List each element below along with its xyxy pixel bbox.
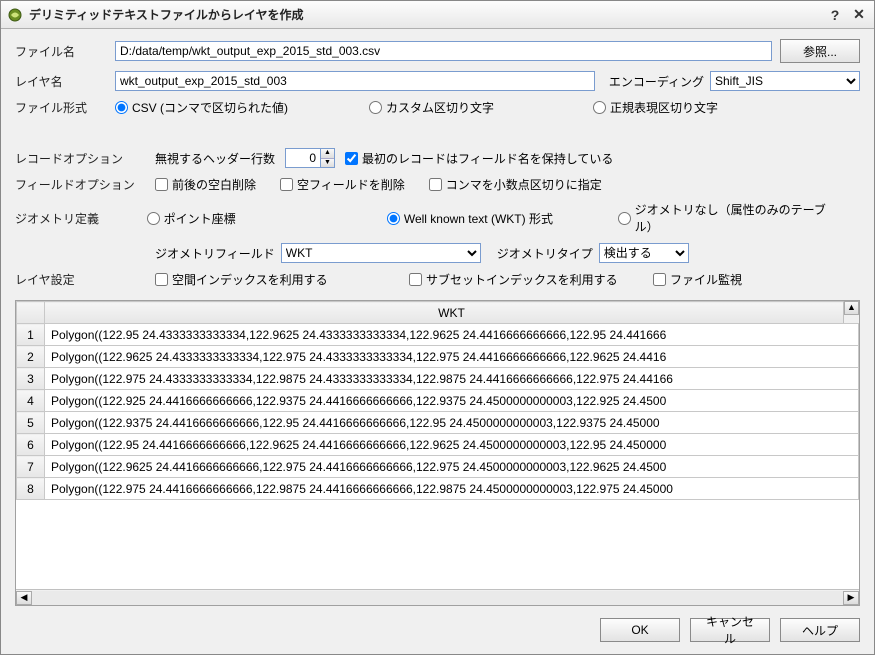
wkt-cell: Polygon((122.975 24.4333333333334,122.98… bbox=[45, 368, 859, 390]
table-corner bbox=[17, 302, 45, 324]
table-row[interactable]: 1Polygon((122.95 24.4333333333334,122.96… bbox=[17, 324, 859, 346]
help-button[interactable]: ヘルプ bbox=[780, 618, 860, 642]
fileformat-regex-label: 正規表現区切り文字 bbox=[610, 99, 718, 116]
layer-settings-label: レイヤ設定 bbox=[15, 271, 155, 288]
geom-point-label: ポイント座標 bbox=[164, 210, 236, 227]
fileformat-custom-label: カスタム区切り文字 bbox=[386, 99, 494, 116]
geom-point-radio[interactable]: ポイント座標 bbox=[147, 210, 363, 227]
scroll-left-icon[interactable]: ◀ bbox=[16, 591, 32, 605]
geom-none-label: ジオメトリなし（属性のみのテーブル） bbox=[635, 201, 836, 235]
spatial-index-check[interactable]: 空間インデックスを利用する bbox=[155, 271, 385, 288]
skip-header-spinner[interactable]: ▲ ▼ bbox=[285, 148, 335, 168]
ok-button[interactable]: OK bbox=[600, 618, 680, 642]
wkt-cell: Polygon((122.925 24.4416666666666,122.93… bbox=[45, 390, 859, 412]
skip-header-label: 無視するヘッダー行数 bbox=[155, 150, 275, 167]
browse-button[interactable]: 参照... bbox=[780, 39, 860, 63]
row-number: 2 bbox=[17, 346, 45, 368]
layername-label: レイヤ名 bbox=[15, 73, 115, 90]
trim-check[interactable]: 前後の空白削除 bbox=[155, 176, 256, 193]
fileformat-label: ファイル形式 bbox=[15, 99, 115, 116]
titlebar: デリミティッドテキストファイルからレイヤを作成 ? ✕ bbox=[1, 1, 874, 29]
watch-file-check[interactable]: ファイル監視 bbox=[653, 271, 742, 288]
wkt-cell: Polygon((122.9625 24.4333333333334,122.9… bbox=[45, 346, 859, 368]
layername-input[interactable] bbox=[115, 71, 595, 91]
wkt-cell: Polygon((122.95 24.4333333333334,122.962… bbox=[45, 324, 859, 346]
table-row[interactable]: 8Polygon((122.975 24.4416666666666,122.9… bbox=[17, 478, 859, 500]
scroll-up-icon[interactable]: ▲ bbox=[844, 301, 859, 315]
geom-wkt-label: Well known text (WKT) 形式 bbox=[404, 210, 553, 227]
geom-type-label: ジオメトリタイプ bbox=[497, 245, 593, 262]
geom-type-select[interactable]: 検出する bbox=[599, 243, 689, 263]
fileformat-custom-radio[interactable]: カスタム区切り文字 bbox=[369, 99, 569, 116]
wkt-cell: Polygon((122.95 24.4416666666666,122.962… bbox=[45, 434, 859, 456]
preview-table: WKT 1Polygon((122.95 24.4333333333334,12… bbox=[15, 300, 860, 606]
table-row[interactable]: 2Polygon((122.9625 24.4333333333334,122.… bbox=[17, 346, 859, 368]
geom-field-label: ジオメトリフィールド bbox=[155, 245, 275, 262]
table-row[interactable]: 7Polygon((122.9625 24.4416666666666,122.… bbox=[17, 456, 859, 478]
discard-empty-label: 空フィールドを削除 bbox=[297, 176, 405, 193]
first-record-names-label: 最初のレコードはフィールド名を保持している bbox=[362, 150, 613, 167]
dialog-content: ファイル名 参照... レイヤ名 エンコーディング Shift_JIS ファイル… bbox=[1, 29, 874, 654]
window-title: デリミティッドテキストファイルからレイヤを作成 bbox=[29, 6, 822, 23]
discard-empty-check[interactable]: 空フィールドを削除 bbox=[280, 176, 405, 193]
table-row[interactable]: 4Polygon((122.925 24.4416666666666,122.9… bbox=[17, 390, 859, 412]
table-row[interactable]: 6Polygon((122.95 24.4416666666666,122.96… bbox=[17, 434, 859, 456]
wkt-cell: Polygon((122.975 24.4416666666666,122.98… bbox=[45, 478, 859, 500]
row-number: 4 bbox=[17, 390, 45, 412]
record-options-label: レコードオプション bbox=[15, 150, 155, 167]
wkt-cell: Polygon((122.9625 24.4416666666666,122.9… bbox=[45, 456, 859, 478]
row-number: 6 bbox=[17, 434, 45, 456]
subset-index-label: サブセットインデックスを利用する bbox=[426, 271, 618, 288]
close-titlebar-button[interactable]: ✕ bbox=[848, 5, 870, 25]
geom-wkt-radio[interactable]: Well known text (WKT) 形式 bbox=[387, 210, 594, 227]
row-number: 7 bbox=[17, 456, 45, 478]
field-options-label: フィールドオプション bbox=[15, 176, 155, 193]
spin-down-icon[interactable]: ▼ bbox=[321, 159, 334, 168]
trim-label: 前後の空白削除 bbox=[172, 176, 256, 193]
row-number: 8 bbox=[17, 478, 45, 500]
scroll-right-icon[interactable]: ▶ bbox=[843, 591, 859, 605]
filename-label: ファイル名 bbox=[15, 43, 115, 60]
geom-none-radio[interactable]: ジオメトリなし（属性のみのテーブル） bbox=[618, 201, 836, 235]
fileformat-regex-radio[interactable]: 正規表現区切り文字 bbox=[593, 99, 718, 116]
spin-up-icon[interactable]: ▲ bbox=[321, 149, 334, 159]
geom-field-select[interactable]: WKT bbox=[281, 243, 481, 263]
encoding-select[interactable]: Shift_JIS bbox=[710, 71, 860, 91]
first-record-names-check[interactable]: 最初のレコードはフィールド名を保持している bbox=[345, 150, 613, 167]
fileformat-csv-radio[interactable]: CSV (コンマで区切られた値) bbox=[115, 99, 345, 116]
cancel-button[interactable]: キャンセル bbox=[690, 618, 770, 642]
row-number: 5 bbox=[17, 412, 45, 434]
table-row[interactable]: 3Polygon((122.975 24.4333333333334,122.9… bbox=[17, 368, 859, 390]
help-titlebar-button[interactable]: ? bbox=[824, 5, 846, 25]
horizontal-scrollbar[interactable]: ◀ ▶ bbox=[16, 589, 859, 605]
spatial-index-label: 空間インデックスを利用する bbox=[172, 271, 328, 288]
encoding-label: エンコーディング bbox=[609, 73, 704, 90]
subset-index-check[interactable]: サブセットインデックスを利用する bbox=[409, 271, 629, 288]
filename-input[interactable] bbox=[115, 41, 772, 61]
geometry-def-label: ジオメトリ定義 bbox=[15, 210, 147, 227]
skip-header-input[interactable] bbox=[285, 148, 321, 168]
table-row[interactable]: 5Polygon((122.9375 24.4416666666666,122.… bbox=[17, 412, 859, 434]
table-header-wkt[interactable]: WKT bbox=[45, 302, 859, 324]
dialog-window: デリミティッドテキストファイルからレイヤを作成 ? ✕ ファイル名 参照... … bbox=[0, 0, 875, 655]
row-number: 3 bbox=[17, 368, 45, 390]
decimal-comma-check[interactable]: コンマを小数点区切りに指定 bbox=[429, 176, 602, 193]
fileformat-csv-label: CSV (コンマで区切られた値) bbox=[132, 99, 288, 116]
decimal-comma-label: コンマを小数点区切りに指定 bbox=[446, 176, 602, 193]
wkt-cell: Polygon((122.9375 24.4416666666666,122.9… bbox=[45, 412, 859, 434]
app-icon bbox=[7, 7, 23, 23]
watch-file-label: ファイル監視 bbox=[670, 271, 742, 288]
row-number: 1 bbox=[17, 324, 45, 346]
